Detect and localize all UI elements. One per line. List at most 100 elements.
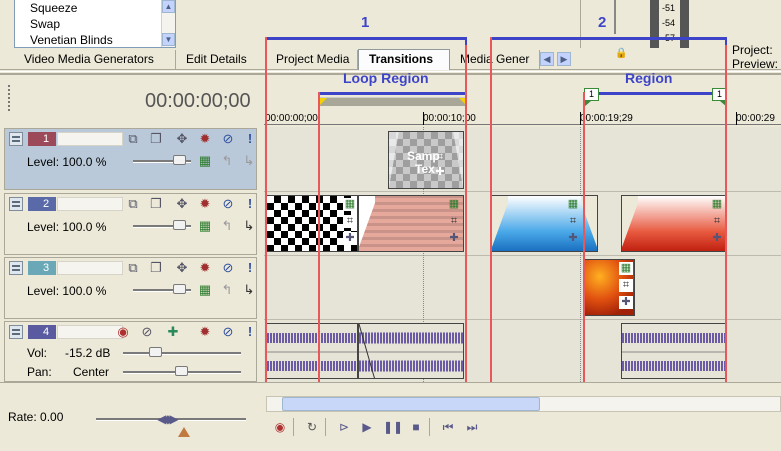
solo-icon[interactable]: ! bbox=[242, 131, 258, 147]
level-slider-thumb[interactable] bbox=[173, 284, 186, 294]
track-collapse-icon[interactable] bbox=[9, 132, 23, 146]
mute-icon[interactable]: ⊘ bbox=[220, 324, 236, 340]
rate-reset-icon[interactable] bbox=[178, 427, 190, 437]
go-to-start-icon[interactable]: ⏮ bbox=[439, 418, 457, 436]
brick-clip[interactable]: ▦ ⌗ ✚ bbox=[358, 195, 464, 252]
text-clip[interactable]: Samp Tex ⌗ ✚ bbox=[388, 131, 464, 189]
track-fx-icon[interactable]: ✹ bbox=[197, 196, 213, 212]
arm-record-icon[interactable]: ◉ bbox=[115, 324, 131, 340]
scroll-down-icon[interactable]: ▼ bbox=[162, 33, 175, 46]
list-item[interactable]: Squeeze bbox=[15, 0, 175, 16]
pan-crop-icon[interactable]: ✚ bbox=[447, 232, 461, 245]
solo-icon[interactable]: ! bbox=[242, 196, 258, 212]
list-scrollbar[interactable]: ▲ ▼ bbox=[161, 0, 175, 47]
checker-clip[interactable]: ▦ ⌗ ✚ bbox=[266, 195, 358, 252]
track-collapse-icon[interactable] bbox=[9, 197, 23, 211]
track-header-1[interactable]: 1 ⧉ ❐ ✥ ✹ ⊘ ! Level: 100.0 % ▦ ↰ ↳ bbox=[4, 128, 257, 190]
audio-clip[interactable] bbox=[266, 323, 358, 379]
fx-bypass-icon[interactable]: ⧉ bbox=[125, 196, 141, 212]
region-start-marker[interactable]: 1 bbox=[584, 88, 599, 101]
stop-icon[interactable]: ■ bbox=[407, 418, 425, 436]
mute-icon[interactable]: ⊘ bbox=[220, 131, 236, 147]
composite-mode-icon[interactable]: ▦ bbox=[197, 218, 213, 234]
pan-slider-thumb[interactable] bbox=[175, 366, 188, 376]
compositing-icon[interactable]: ❐ bbox=[148, 260, 164, 276]
crop-icon[interactable]: ⌗ bbox=[566, 215, 580, 228]
mute-icon[interactable]: ⊘ bbox=[220, 260, 236, 276]
loop-icon[interactable]: ↻ bbox=[303, 418, 321, 436]
list-item[interactable]: Swap bbox=[15, 16, 175, 32]
track-name-field[interactable] bbox=[57, 197, 123, 211]
make-child-icon[interactable]: ↳ bbox=[241, 153, 257, 169]
pan-crop-icon[interactable]: ✚ bbox=[710, 232, 724, 245]
scrollbar-thumb[interactable] bbox=[282, 397, 540, 411]
crop-icon[interactable]: ⌗ bbox=[710, 215, 724, 228]
track-motion-icon[interactable]: ✥ bbox=[174, 131, 190, 147]
compositing-icon[interactable]: ❐ bbox=[148, 196, 164, 212]
event-fx-icon[interactable]: ▦ bbox=[619, 262, 633, 275]
fire-clip[interactable]: ▦ ⌗ ✚ bbox=[584, 259, 635, 316]
rate-thumb-icon[interactable]: ◀◆▶ bbox=[157, 412, 179, 426]
track-header-2[interactable]: 2 ⧉ ❐ ✥ ✹ ⊘ ! Level: 100.0 % ▦ ↰ ↳ bbox=[4, 193, 257, 255]
track-name-field[interactable] bbox=[57, 325, 123, 339]
track-name-field[interactable] bbox=[57, 132, 123, 146]
pan-crop-icon[interactable]: ✚ bbox=[343, 232, 357, 245]
red-gradient-clip[interactable]: ▦ ⌗ ✚ bbox=[621, 195, 727, 252]
solo-icon[interactable]: ! bbox=[242, 260, 258, 276]
invert-phase-icon[interactable]: ⊘ bbox=[139, 324, 155, 340]
make-child-icon[interactable]: ↳ bbox=[241, 282, 257, 298]
make-parent-icon[interactable]: ↰ bbox=[219, 282, 235, 298]
event-fx-icon[interactable]: ▦ bbox=[710, 198, 724, 211]
audio-clip[interactable] bbox=[621, 323, 727, 379]
composite-mode-icon[interactable]: ▦ bbox=[197, 153, 213, 169]
crop-icon[interactable]: ⌗ bbox=[343, 215, 357, 228]
crop-icon[interactable]: ⌗ bbox=[619, 279, 633, 292]
fx-bypass-icon[interactable]: ⧉ bbox=[125, 131, 141, 147]
crop-icon[interactable]: ⌗ bbox=[433, 151, 447, 164]
make-child-icon[interactable]: ↳ bbox=[241, 218, 257, 234]
track-header-3[interactable]: 3 ⧉ ❐ ✥ ✹ ⊘ ! Level: 100.0 % ▦ ↰ ↳ bbox=[4, 257, 257, 319]
pan-crop-icon[interactable]: ✚ bbox=[433, 166, 447, 179]
tab-project-media[interactable]: Project Media bbox=[266, 50, 358, 70]
make-parent-icon[interactable]: ↰ bbox=[219, 218, 235, 234]
level-slider-thumb[interactable] bbox=[173, 155, 186, 165]
composite-mode-icon[interactable]: ▦ bbox=[197, 282, 213, 298]
event-fx-icon[interactable]: ▦ bbox=[447, 198, 461, 211]
track-motion-icon[interactable]: ✥ bbox=[174, 260, 190, 276]
track-fx-icon[interactable]: ✹ bbox=[197, 131, 213, 147]
track-collapse-icon[interactable] bbox=[9, 325, 23, 339]
tab-video-media-generators[interactable]: Video Media Generators bbox=[14, 50, 176, 70]
crop-icon[interactable]: ⌗ bbox=[447, 215, 461, 228]
play-icon[interactable]: ▶ bbox=[358, 418, 376, 436]
track-motion-icon[interactable]: ✥ bbox=[174, 196, 190, 212]
event-fx-icon[interactable]: ▦ bbox=[343, 198, 357, 211]
tab-transitions[interactable]: Transitions bbox=[358, 49, 450, 70]
pan-crop-icon[interactable]: ✚ bbox=[619, 296, 633, 309]
blue-gradient-clip[interactable]: ▦ ⌗ ✚ bbox=[491, 195, 598, 252]
transitions-listbox[interactable]: Squeeze Swap Venetian Blinds ▲ ▼ bbox=[14, 0, 176, 48]
input-monitor-icon[interactable]: ✚ bbox=[165, 324, 181, 340]
record-icon[interactable]: ◉ bbox=[271, 418, 289, 436]
drag-handle[interactable] bbox=[8, 85, 12, 111]
track-fx-icon[interactable]: ✹ bbox=[197, 260, 213, 276]
tab-scroll-right-icon[interactable]: ▶ bbox=[557, 52, 571, 66]
tab-scroll-left-icon[interactable]: ◀ bbox=[540, 52, 554, 66]
volume-slider-thumb[interactable] bbox=[149, 347, 162, 357]
fx-bypass-icon[interactable]: ⧉ bbox=[125, 260, 141, 276]
solo-icon[interactable]: ! bbox=[242, 324, 258, 340]
mute-icon[interactable]: ⊘ bbox=[220, 196, 236, 212]
compositing-icon[interactable]: ❐ bbox=[148, 131, 164, 147]
volume-slider[interactable] bbox=[123, 352, 241, 355]
track-name-field[interactable] bbox=[57, 261, 123, 275]
scroll-up-icon[interactable]: ▲ bbox=[162, 0, 175, 13]
loop-region-bar[interactable] bbox=[320, 97, 466, 106]
tab-media-generators[interactable]: Media Gener bbox=[450, 50, 540, 70]
track-collapse-icon[interactable] bbox=[9, 261, 23, 275]
track-header-4[interactable]: 4 ◉ ⊘ ✚ ✹ ⊘ ! Vol: -15.2 dB Pan: Center bbox=[4, 321, 257, 382]
track-fx-icon[interactable]: ✹ bbox=[197, 324, 213, 340]
tab-edit-details[interactable]: Edit Details bbox=[176, 50, 266, 70]
event-fx-icon[interactable]: ▦ bbox=[566, 198, 580, 211]
play-from-start-icon[interactable]: ⊳ bbox=[335, 418, 353, 436]
level-slider-thumb[interactable] bbox=[173, 220, 186, 230]
pan-crop-icon[interactable]: ✚ bbox=[566, 232, 580, 245]
